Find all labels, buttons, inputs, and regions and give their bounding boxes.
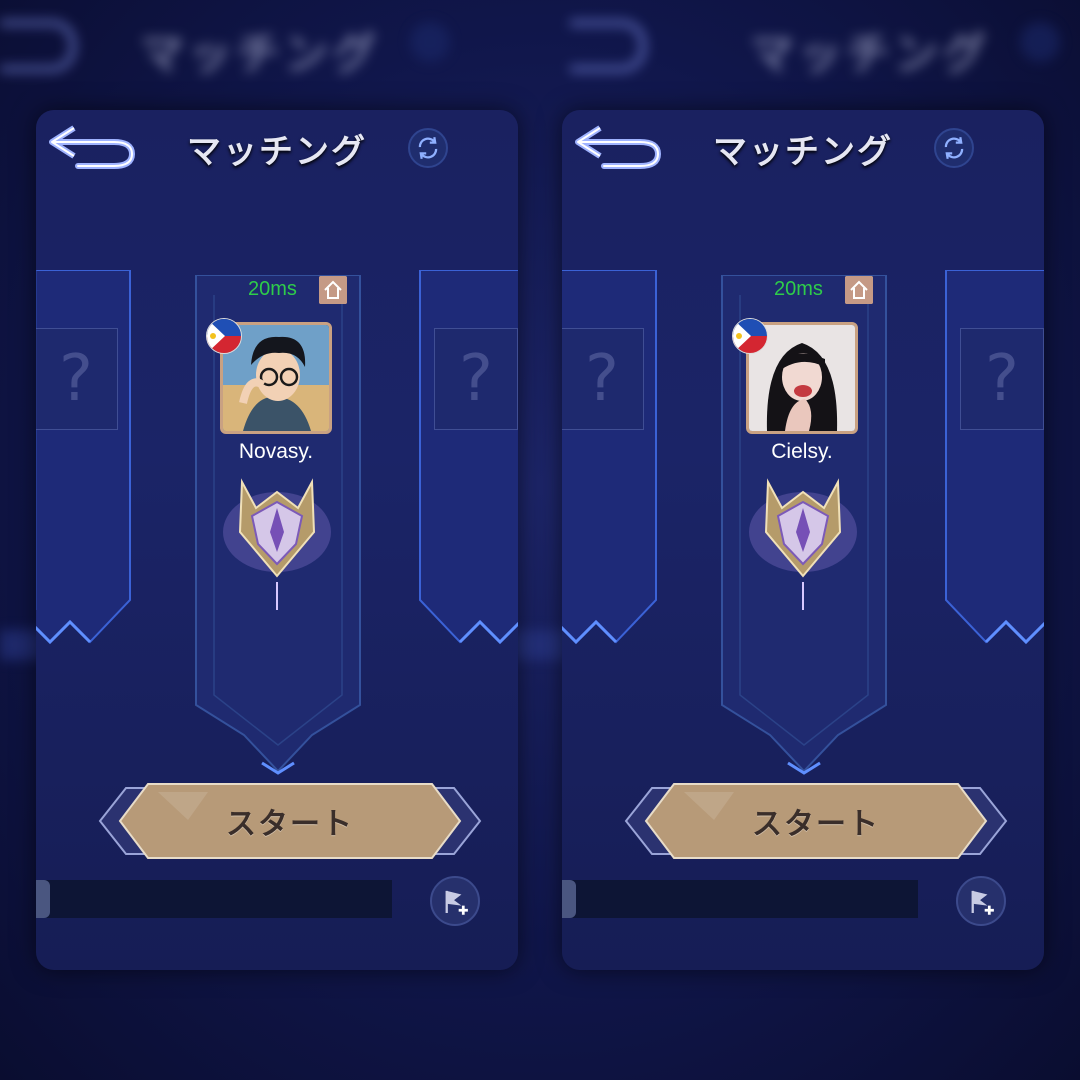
start-button-label: スタート (226, 807, 354, 842)
rank-emblem-icon (223, 478, 331, 610)
empty-slot-left: ? (36, 328, 118, 430)
background-back-icon (0, 20, 76, 72)
rank-emblem-icon (749, 478, 857, 610)
question-mark-icon: ? (59, 342, 93, 416)
ping-latency: 20ms (248, 278, 297, 300)
question-mark-icon: ? (985, 342, 1019, 416)
question-mark-icon: ? (585, 342, 619, 416)
background-title-2: マッチング (750, 29, 990, 80)
flag-add-icon[interactable] (956, 876, 1006, 926)
player-name: Cielsy. (771, 440, 833, 463)
refresh-icon[interactable] (408, 128, 448, 168)
matching-panel-left: マッチング ? ? 20ms Novasy. スタート (36, 110, 518, 970)
ping-latency: 20ms (774, 278, 823, 300)
philippines-flag-icon (732, 318, 768, 354)
start-button[interactable]: スタート (98, 780, 482, 862)
home-icon (845, 276, 873, 304)
chat-input-bar[interactable] (36, 880, 392, 918)
empty-slot-right: ? (960, 328, 1044, 430)
background-back-icon-2 (570, 20, 646, 72)
start-button[interactable]: スタート (624, 780, 1008, 862)
chat-bar-handle (562, 880, 576, 918)
philippines-flag-icon (206, 318, 242, 354)
player-name: Novasy. (238, 440, 314, 463)
flag-add-icon[interactable] (430, 876, 480, 926)
start-button-label: スタート (752, 807, 880, 842)
background-glow-2 (510, 630, 570, 660)
question-mark-icon: ? (459, 342, 493, 416)
chat-bar-handle (36, 880, 50, 918)
empty-slot-right: ? (434, 328, 518, 430)
chat-input-bar[interactable] (562, 880, 918, 918)
background-refresh-icon-2 (1020, 22, 1060, 62)
refresh-icon[interactable] (934, 128, 974, 168)
home-icon (319, 276, 347, 304)
background-title: マッチング (140, 29, 380, 80)
background-refresh-icon (410, 22, 450, 62)
empty-slot-left: ? (562, 328, 644, 430)
matching-panel-right: マッチング ? ? 20ms Cielsy. スタート (562, 110, 1044, 970)
